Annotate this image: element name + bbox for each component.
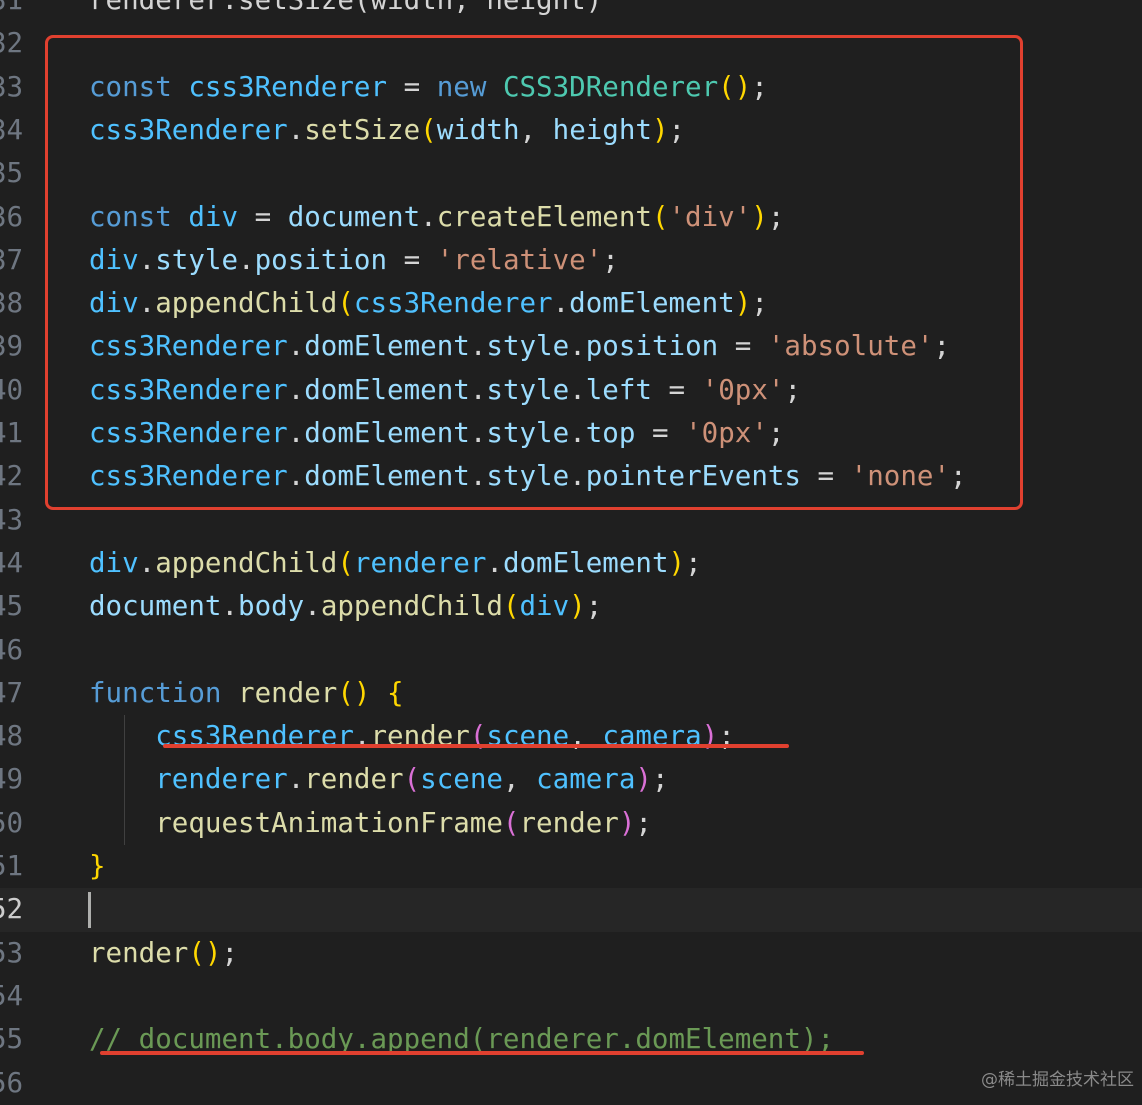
code-line[interactable]: 52: [0, 888, 1142, 932]
code-line[interactable]: 50 requestAnimationFrame(render);: [0, 802, 1142, 845]
code-token: appendChild: [155, 546, 338, 579]
line-number: 48: [0, 720, 24, 753]
code-line[interactable]: 54: [0, 975, 1142, 1018]
code-token: domElement: [502, 546, 669, 579]
code-token: ;: [585, 590, 603, 623]
code-token: ;: [221, 936, 239, 969]
code-token: .: [486, 546, 503, 579]
code-token: scene: [420, 763, 503, 796]
code-token: div: [89, 546, 139, 579]
line-number: 38: [0, 287, 24, 320]
line-code: }: [89, 845, 106, 888]
code-line[interactable]: 47 function render() {: [0, 672, 1142, 715]
indent-guide: [124, 715, 125, 845]
line-number: 43: [0, 503, 24, 536]
line-code: document.body.appendChild(div);: [89, 585, 602, 628]
line-number: 54: [0, 979, 24, 1012]
code-token: document: [89, 590, 222, 623]
code-token: render: [519, 806, 619, 839]
line-number: 47: [0, 676, 24, 709]
code-line[interactable]: 44div.appendChild(renderer.domElement);: [0, 542, 1142, 585]
code-token: render: [89, 936, 189, 969]
code-line[interactable]: 48 css3Renderer.render(scene, camera);: [0, 715, 1142, 758]
line-code: div.appendChild(renderer.domElement);: [89, 542, 702, 585]
code-line[interactable]: 49 renderer.render(scene, camera);: [0, 758, 1142, 801]
underline-line-48: [163, 744, 789, 748]
line-number: 44: [0, 546, 24, 579]
line-number: 33: [0, 70, 24, 103]
code-token: ;: [635, 806, 652, 839]
code-token: () {: [337, 676, 404, 709]
line-code: function render() {: [89, 672, 404, 715]
line-number: 42: [0, 460, 24, 493]
code-token: renderer: [155, 763, 288, 796]
code-token: ): [618, 806, 636, 839]
code-token: ): [569, 590, 586, 623]
code-token: .: [138, 546, 156, 579]
line-code: renderer.render(scene, camera);: [89, 758, 669, 801]
line-number: 53: [0, 936, 24, 969]
code-token: .: [304, 590, 321, 623]
code-token: camera: [536, 763, 636, 796]
code-token: .: [287, 763, 305, 796]
line-code: css3Renderer.render(scene, camera);: [89, 715, 735, 758]
line-number: 55: [0, 1023, 24, 1056]
code-token: render: [304, 763, 404, 796]
line-number: 45: [0, 590, 24, 623]
line-number: 46: [0, 633, 24, 666]
highlight-box: [45, 35, 1023, 510]
line-number: 50: [0, 806, 24, 839]
line-number: 41: [0, 417, 24, 449]
code-token: (: [403, 763, 421, 796]
code-line[interactable]: 45document.body.appendChild(div);: [0, 585, 1142, 628]
code-line[interactable]: 51}: [0, 845, 1142, 888]
code-line[interactable]: 53 render();: [0, 932, 1142, 975]
code-token: appendChild: [320, 590, 503, 623]
line-number: 31: [0, 0, 24, 16]
code-token: ;: [685, 546, 702, 579]
code-token: ): [668, 546, 686, 579]
code-token: body: [238, 590, 305, 623]
line-number: 40: [0, 373, 24, 406]
code-token: (: [337, 546, 354, 579]
line-number: 35: [0, 157, 24, 190]
code-token: renderer.setSize(width, height): [89, 0, 603, 16]
line-number: 49: [0, 763, 24, 796]
code-token: (: [502, 806, 520, 839]
code-line[interactable]: 46: [0, 629, 1142, 672]
code-line[interactable]: 31 renderer.setSize(width, height): [0, 0, 1142, 22]
line-number: 32: [0, 27, 24, 60]
line-number: 34: [0, 113, 24, 146]
line-number: 36: [0, 200, 24, 233]
code-token: ,: [502, 763, 537, 796]
line-number: 51: [0, 850, 24, 882]
text-cursor: [88, 892, 91, 929]
code-token: div: [519, 590, 570, 623]
code-line[interactable]: 56: [0, 1062, 1142, 1105]
line-number: 52: [0, 893, 24, 926]
code-token: renderer: [353, 546, 487, 579]
code-token: function: [89, 676, 239, 709]
code-token: render: [238, 676, 338, 709]
line-number: 39: [0, 330, 24, 363]
code-token: ;: [651, 763, 669, 796]
code-token: (): [188, 936, 222, 969]
code-token: requestAnimationFrame: [155, 806, 503, 839]
line-number: 37: [0, 243, 24, 276]
code-token: (: [502, 590, 520, 623]
line-code: renderer.setSize(width, height): [89, 0, 602, 22]
code-token: ): [635, 763, 652, 796]
line-code: render();: [89, 932, 238, 975]
line-code: requestAnimationFrame(render);: [89, 802, 652, 845]
underline-line-55: [100, 1051, 864, 1055]
code-token: }: [89, 850, 106, 882]
line-number: 56: [0, 1066, 24, 1099]
watermark: @稀土掘金技术社区: [981, 1070, 1134, 1090]
code-token: .: [221, 590, 239, 623]
